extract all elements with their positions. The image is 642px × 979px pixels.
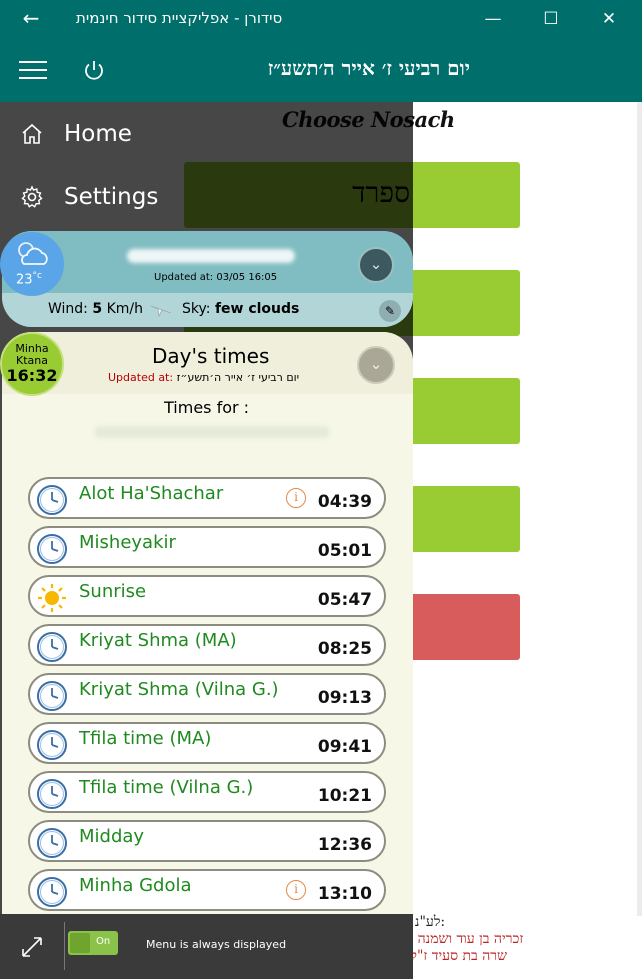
hamburger-menu-icon[interactable] [19, 61, 47, 79]
day-times-expand-button[interactable]: ⌄ [357, 346, 395, 384]
info-icon[interactable]: i [286, 488, 306, 508]
clock-icon [36, 778, 68, 810]
updated-label: Updated at: [108, 371, 174, 384]
weather-card: Updated at: 03/05 16:05 Wind: 5 Km/h Sky… [2, 231, 413, 327]
time-value: 04:39 [317, 492, 372, 512]
back-arrow-icon[interactable]: ← [18, 6, 44, 30]
time-name: Midday [79, 826, 145, 847]
temperature-value: 23 [16, 272, 33, 288]
clock-icon [36, 484, 68, 516]
info-icon[interactable]: i [286, 880, 306, 900]
pin-icon[interactable]: ✎ [379, 300, 401, 322]
time-name: Alot Ha'Shachar [79, 483, 224, 504]
wind-value: 5 [92, 301, 103, 317]
bottom-bar: On Menu is always displayed [0, 914, 413, 979]
maximize-icon[interactable]: ☐ [538, 6, 564, 32]
next-time-badge: Minha Ktana 16:32 [0, 332, 64, 396]
time-name: Kriyat Shma (Vilna G.) [79, 679, 279, 700]
clock-icon [36, 680, 68, 712]
time-row[interactable]: Tfila time (Vilna G.) 10:21 [28, 771, 386, 813]
time-row[interactable]: Tfila time (MA) 09:41 [28, 722, 386, 764]
location-redacted [94, 426, 330, 438]
menu-item-settings[interactable]: Settings [0, 167, 413, 227]
time-row[interactable]: Kriyat Shma (MA) 08:25 [28, 624, 386, 666]
hebrew-date: יום רביעי ז׳ אייר ה׳תשע״ז [267, 56, 470, 80]
window-title: סידורן - אפליקציית סידור חינמית [76, 9, 283, 27]
time-name: Kriyat Shma (MA) [79, 630, 237, 651]
clock-icon [36, 827, 68, 859]
toggle-label: On [96, 936, 111, 947]
time-row[interactable]: Alot Ha'Shachar i 04:39 [28, 477, 386, 519]
window-title-bar: ← סידורן - אפליקציית סידור חינמית — ☐ ✕ [0, 0, 642, 38]
time-value: 10:21 [317, 786, 372, 806]
time-row[interactable]: Minha Gdola i 13:10 [28, 869, 386, 911]
temperature-unit: °c [32, 271, 42, 281]
sun-icon [36, 582, 68, 614]
clock-icon [36, 876, 68, 908]
menu-item-label: Home [64, 121, 132, 147]
time-value: 09:13 [317, 688, 372, 708]
scroll-strip [637, 102, 642, 916]
close-icon[interactable]: ✕ [596, 6, 622, 32]
menu-item-label: Settings [64, 184, 159, 210]
times-for-label: Times for : [164, 398, 250, 417]
partly-cloudy-icon [18, 242, 48, 265]
sky-value: few clouds [214, 301, 300, 317]
power-icon[interactable] [82, 58, 106, 82]
clock-icon [36, 729, 68, 761]
day-times-updated: Updated at: יום רביעי ז׳ אייר ה׳תשע״ז [108, 371, 299, 384]
time-value: 12:36 [317, 835, 372, 855]
minimize-icon[interactable]: — [480, 6, 506, 32]
time-name: Tfila time (Vilna G.) [79, 777, 254, 798]
wind-info: Wind: 5 Km/h [48, 301, 143, 317]
time-name: Tfila time (MA) [79, 728, 212, 749]
wind-label: Wind: [48, 301, 88, 317]
clock-icon [36, 533, 68, 565]
weather-updated: Updated at: 03/05 16:05 [154, 272, 278, 283]
menu-item-home[interactable]: Home [0, 104, 413, 164]
temperature: 23°c [16, 271, 42, 287]
time-name: Minha Gdola [79, 875, 192, 896]
time-row[interactable]: Kriyat Shma (Vilna G.) 09:13 [28, 673, 386, 715]
clock-icon [36, 631, 68, 663]
wind-unit: Km/h [106, 301, 143, 317]
updated-value: יום רביעי ז׳ אייר ה׳תשע״ז [176, 371, 300, 384]
location-name-redacted [127, 249, 295, 263]
wind-plane-icon [150, 305, 172, 317]
time-value: 05:47 [317, 590, 372, 610]
weather-badge: 23°c [0, 232, 64, 296]
sky-info: Sky: few clouds [182, 301, 299, 317]
time-row[interactable]: Sunrise 05:47 [28, 575, 386, 617]
time-value: 05:01 [317, 541, 372, 561]
time-row[interactable]: Misheyakir 05:01 [28, 526, 386, 568]
menu-always-toggle[interactable]: On [68, 931, 118, 955]
time-row[interactable]: Midday 12:36 [28, 820, 386, 862]
time-value: 09:41 [317, 737, 372, 757]
gear-icon [21, 185, 43, 208]
home-icon [22, 123, 42, 144]
expand-icon[interactable] [20, 935, 44, 959]
sky-label: Sky: [182, 301, 211, 317]
time-value: 08:25 [317, 639, 372, 659]
app-bar: יום רביעי ז׳ אייר ה׳תשע״ז [0, 38, 642, 102]
day-times-title: Day's times [152, 344, 270, 368]
time-name: Sunrise [79, 581, 147, 602]
weather-expand-button[interactable]: ⌄ [358, 247, 394, 283]
divider [64, 922, 65, 970]
toggle-knob [70, 933, 90, 953]
time-name: Misheyakir [79, 532, 176, 553]
next-time-value: 16:32 [6, 366, 58, 385]
menu-displayed-label: Menu is always displayed [146, 938, 287, 951]
time-value: 13:10 [317, 884, 372, 904]
